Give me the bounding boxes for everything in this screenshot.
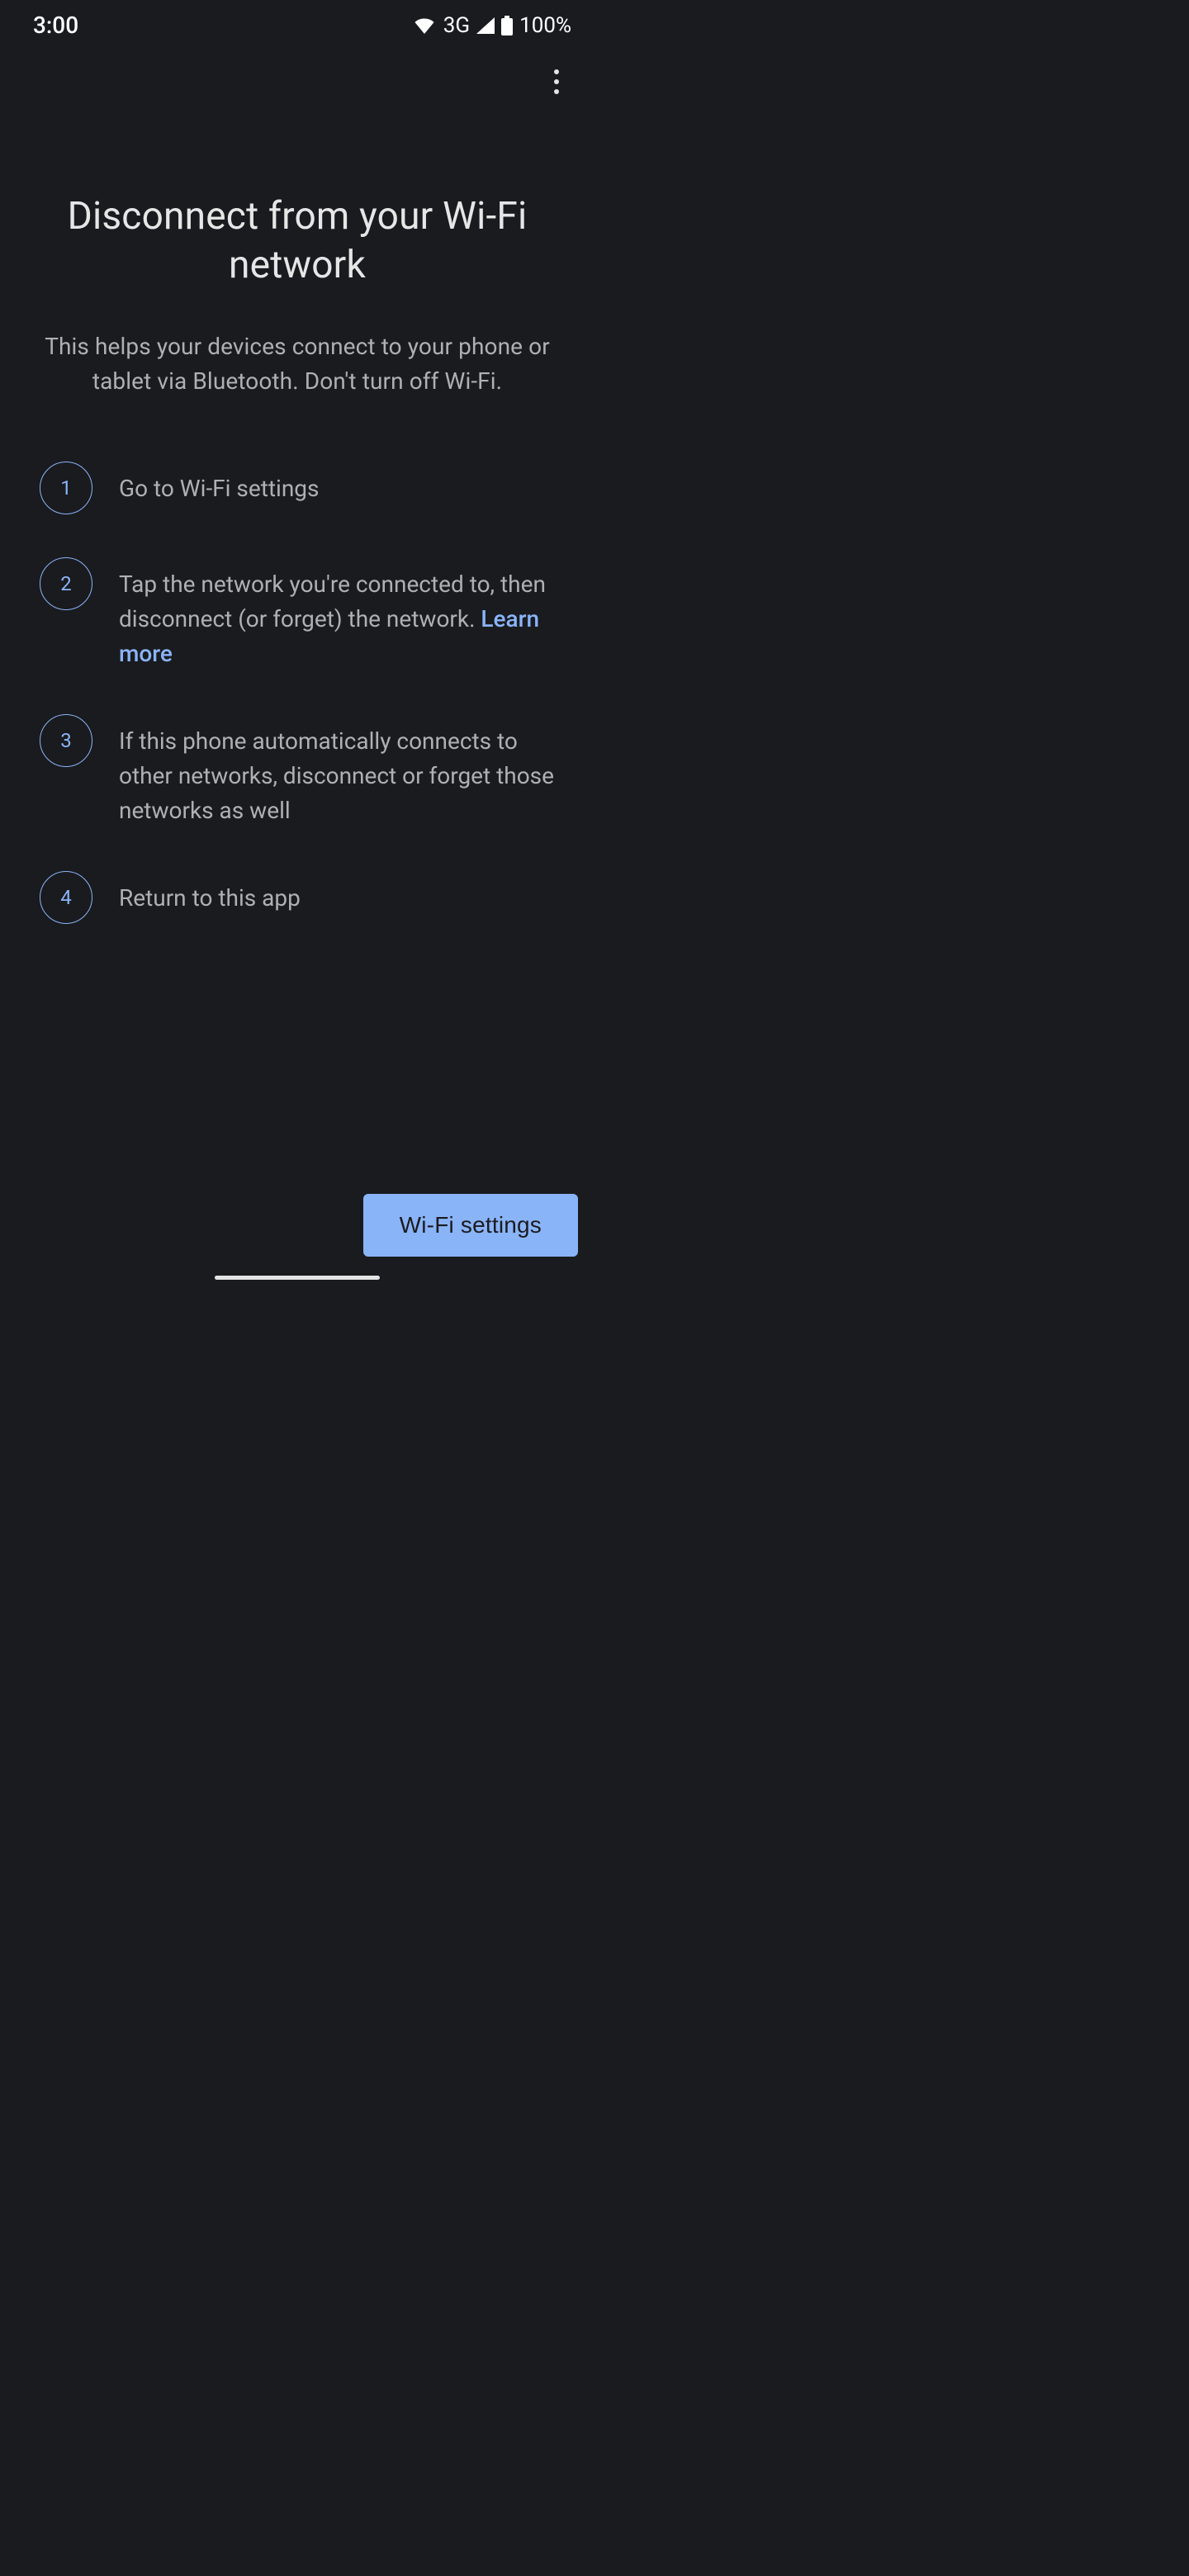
home-indicator[interactable] xyxy=(215,1276,380,1280)
step-item: 4 Return to this app xyxy=(40,869,555,924)
network-label: 3G xyxy=(443,13,470,38)
cellular-signal-icon xyxy=(476,17,495,34)
status-bar: 3:00 3G 100% xyxy=(0,0,594,47)
page-title: Disconnect from your Wi-Fi network xyxy=(40,192,555,290)
step-text: Go to Wi-Fi settings xyxy=(119,460,319,506)
step-number-badge: 2 xyxy=(40,557,92,610)
overflow-menu-button[interactable] xyxy=(537,62,576,102)
step-item: 2 Tap the network you're connected to, t… xyxy=(40,556,555,671)
app-bar xyxy=(0,47,594,102)
status-time: 3:00 xyxy=(33,12,78,39)
steps-list: 1 Go to Wi-Fi settings 2 Tap the network… xyxy=(40,460,555,924)
wifi-icon xyxy=(414,17,435,34)
battery-icon xyxy=(501,16,513,36)
step-item: 3 If this phone automatically connects t… xyxy=(40,713,555,828)
step-number-badge: 3 xyxy=(40,714,92,767)
step-number-badge: 4 xyxy=(40,871,92,924)
step-text: Return to this app xyxy=(119,869,301,916)
step-text: If this phone automatically connects to … xyxy=(119,713,555,828)
bottom-action-bar: Wi-Fi settings xyxy=(0,1194,594,1257)
step-text: Tap the network you're connected to, the… xyxy=(119,556,555,671)
main-content: Disconnect from your Wi-Fi network This … xyxy=(0,102,594,924)
step-number-badge: 1 xyxy=(40,462,92,514)
page-subtitle: This helps your devices connect to your … xyxy=(40,329,555,399)
status-right-group: 3G 100% xyxy=(414,13,571,38)
battery-percentage: 100% xyxy=(519,13,571,38)
more-vert-icon xyxy=(554,67,559,97)
wifi-settings-button[interactable]: Wi-Fi settings xyxy=(363,1194,578,1257)
step-item: 1 Go to Wi-Fi settings xyxy=(40,460,555,514)
